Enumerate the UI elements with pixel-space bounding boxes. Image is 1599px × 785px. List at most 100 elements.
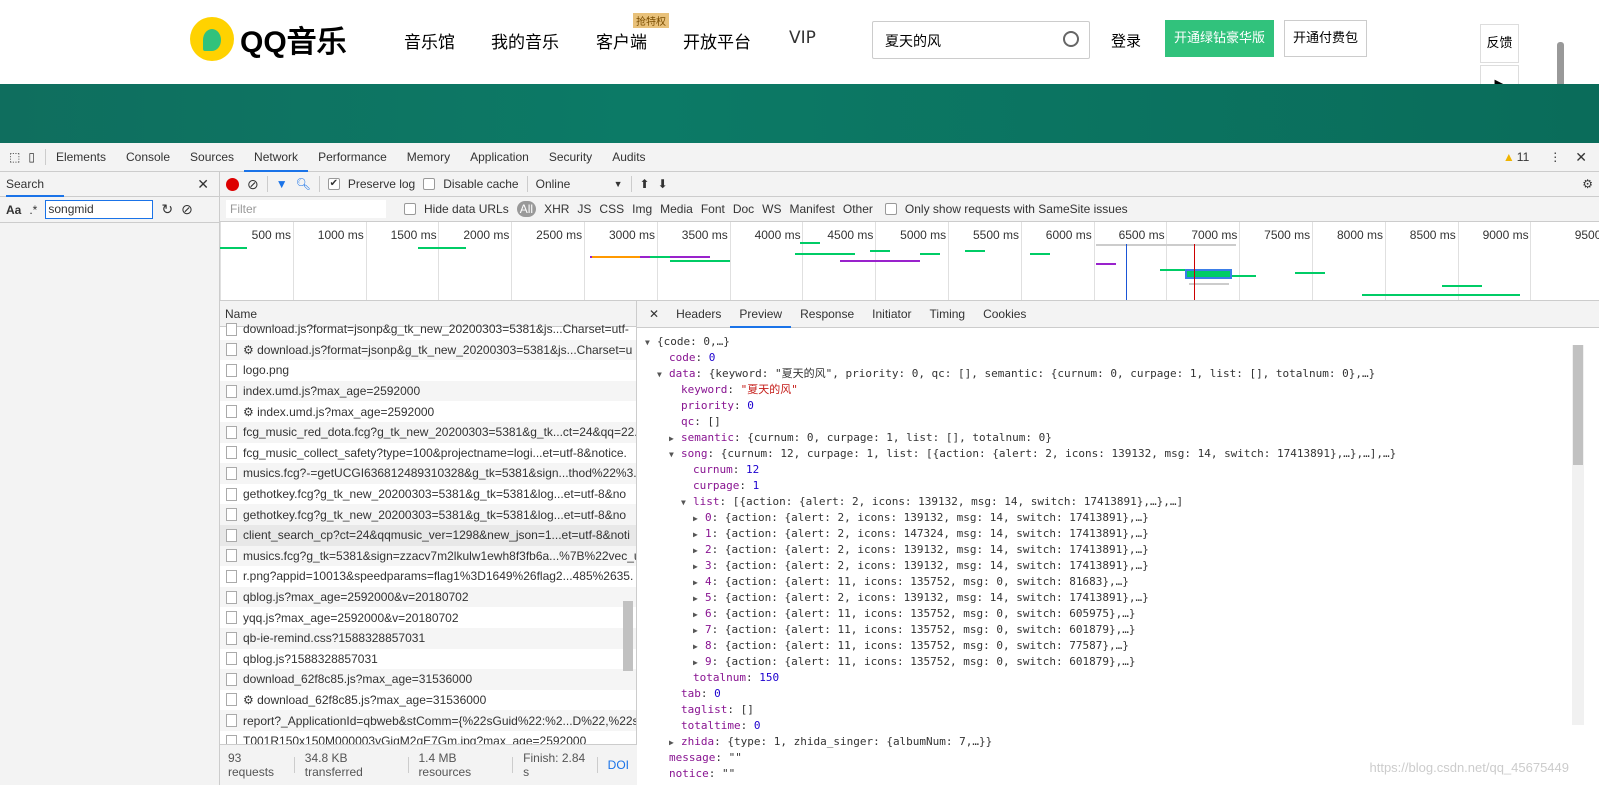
tab-elements[interactable]: Elements — [46, 143, 116, 172]
tab-console[interactable]: Console — [116, 143, 180, 172]
match-case-button[interactable]: Aa — [6, 203, 21, 217]
nav-client[interactable]: 客户端 — [596, 28, 647, 53]
filter-type-all[interactable]: All — [516, 201, 537, 217]
request-row[interactable]: download_62f8c85.js?max_age=31536000 — [220, 669, 636, 690]
json-tree-line[interactable]: ▼ data: {keyword: "夏天的风", priority: 0, qc… — [645, 366, 1396, 382]
json-tree-line[interactable]: ▶ 3: {action: {alert: 2, icons: 139132, m… — [645, 558, 1396, 574]
request-row[interactable]: gethotkey.fcg?g_tk_new_20200303=5381&g_t… — [220, 484, 636, 505]
tab-memory[interactable]: Memory — [397, 143, 460, 172]
json-tree-line[interactable]: ▶ 8: {action: {alert: 11, icons: 135752, … — [645, 638, 1396, 654]
expanded-triangle-icon[interactable]: ▼ — [645, 335, 657, 351]
request-row[interactable]: ⚙ index.umd.js?max_age=2592000 — [220, 401, 636, 422]
regex-button[interactable]: .* — [29, 203, 37, 217]
clear-icon[interactable]: ⊘ — [181, 201, 193, 218]
json-tree-line[interactable]: ▶ semantic: {curnum: 0, curpage: 1, list:… — [645, 430, 1396, 446]
filter-type-font[interactable]: Font — [701, 202, 725, 216]
export-har-icon[interactable]: ⬇ — [658, 177, 668, 191]
nav-open-platform[interactable]: 开放平台 — [683, 28, 751, 53]
collapsed-triangle-icon[interactable]: ▶ — [693, 655, 705, 671]
collapsed-triangle-icon[interactable]: ▶ — [693, 511, 705, 527]
json-tree-line[interactable]: ▶ 5: {action: {alert: 2, icons: 139132, m… — [645, 590, 1396, 606]
request-row[interactable]: musics.fcg?g_tk=5381&sign=zzacv7m2lkulw1… — [220, 545, 636, 567]
pay-package-button[interactable]: 开通付费包 — [1284, 20, 1367, 57]
more-menu-icon[interactable]: ⋮ — [1539, 150, 1571, 164]
json-tree-line[interactable]: ▶ 2: {action: {alert: 2, icons: 139132, m… — [645, 542, 1396, 558]
collapsed-triangle-icon[interactable]: ▶ — [693, 527, 705, 543]
record-icon[interactable] — [226, 177, 239, 191]
samesite-checkbox[interactable] — [884, 203, 897, 215]
close-search-icon[interactable]: ✕ — [197, 176, 213, 193]
nav-vip[interactable]: VIP — [789, 28, 816, 48]
request-row[interactable]: qblog.js?1588328857031 — [220, 649, 636, 670]
collapsed-triangle-icon[interactable]: ▶ — [693, 607, 705, 623]
filter-icon[interactable]: ▼ — [276, 177, 288, 191]
inspect-icon[interactable]: ⬚ — [0, 150, 24, 164]
expanded-triangle-icon[interactable]: ▼ — [657, 367, 669, 383]
throttling-select[interactable]: Online — [536, 177, 606, 191]
filter-type-media[interactable]: Media — [660, 202, 693, 216]
green-vip-button[interactable]: 开通绿钻豪华版 — [1165, 20, 1274, 57]
search-icon[interactable]: 🔍︎ — [296, 177, 311, 191]
request-row[interactable]: qblog.js?max_age=2592000&v=20180702 — [220, 586, 636, 608]
nav-music-hall[interactable]: 音乐馆 — [404, 28, 455, 53]
close-devtools-icon[interactable]: ✕ — [1571, 149, 1599, 166]
json-tree-line[interactable]: ▶ 7: {action: {alert: 11, icons: 135752, … — [645, 622, 1396, 638]
filter-input[interactable]: Filter — [226, 200, 386, 218]
device-toolbar-icon[interactable]: ▯ — [24, 150, 45, 164]
json-tree-line[interactable]: ▶ 4: {action: {alert: 11, icons: 135752, … — [645, 574, 1396, 590]
filter-type-doc[interactable]: Doc — [733, 202, 754, 216]
request-list-scrollbar[interactable] — [623, 601, 633, 671]
search-query-input[interactable]: songmid — [45, 200, 154, 219]
request-row[interactable]: logo.png — [220, 360, 636, 381]
collapsed-triangle-icon[interactable]: ▶ — [669, 431, 681, 447]
collapsed-triangle-icon[interactable]: ▶ — [693, 639, 705, 655]
close-details-icon[interactable]: ✕ — [637, 307, 667, 321]
request-row[interactable]: download.js?format=jsonp&g_tk_new_202003… — [220, 319, 636, 340]
tab-sources[interactable]: Sources — [180, 143, 244, 172]
json-tree-line[interactable]: ▶ 9: {action: {alert: 11, icons: 135752, … — [645, 654, 1396, 670]
preview-tab-response[interactable]: Response — [791, 301, 863, 328]
clear-log-icon[interactable]: ⊘ — [247, 176, 259, 193]
json-tree-line[interactable]: ▶ 6: {action: {alert: 11, icons: 135752, … — [645, 606, 1396, 622]
request-row[interactable]: qb-ie-remind.css?1588328857031 — [220, 627, 636, 649]
search-icon[interactable] — [1063, 31, 1079, 47]
timeline-selection[interactable] — [1185, 269, 1232, 279]
network-overview-timeline[interactable]: 500 ms 1000 ms 1500 ms 2000 ms 2500 ms 3000 m… — [220, 222, 1599, 301]
request-row[interactable]: yqq.js?max_age=2592000&v=20180702 — [220, 607, 636, 628]
qq-music-logo[interactable]: QQ音乐 — [190, 17, 347, 61]
login-link[interactable]: 登录 — [1111, 30, 1141, 51]
filter-type-js[interactable]: JS — [577, 202, 591, 216]
json-tree-line[interactable]: ▶ 1: {action: {alert: 2, icons: 147324, m… — [645, 526, 1396, 542]
json-tree-line[interactable]: ▼ list: [{action: {alert: 2, icons: 13913… — [645, 494, 1396, 510]
request-row[interactable]: fcg_music_red_dota.fcg?g_tk_new_20200303… — [220, 421, 636, 443]
warning-count[interactable]: 11 — [1515, 150, 1539, 164]
tab-network[interactable]: Network — [244, 143, 309, 172]
request-row[interactable]: gethotkey.fcg?g_tk_new_20200303=5381&g_t… — [220, 504, 636, 525]
json-tree-line[interactable]: ▼ song: {curnum: 12, curpage: 1, list: [{… — [645, 446, 1396, 462]
json-tree-line[interactable]: ▶ 0: {action: {alert: 2, icons: 139132, m… — [645, 510, 1396, 526]
collapsed-triangle-icon[interactable]: ▶ — [693, 623, 705, 639]
tab-performance[interactable]: Performance — [308, 143, 397, 172]
json-tree-line[interactable]: ▶ zhida: {type: 1, zhida_singer: {albumNu… — [645, 734, 1396, 750]
preview-scrollbar[interactable] — [1572, 345, 1584, 725]
filter-type-manifest[interactable]: Manifest — [790, 202, 835, 216]
tab-security[interactable]: Security — [539, 143, 602, 172]
preview-tab-timing[interactable]: Timing — [921, 301, 975, 328]
preserve-log-checkbox[interactable] — [327, 178, 340, 190]
request-row[interactable]: r.png?appid=10013&speedparams=flag1%3D16… — [220, 566, 636, 587]
filter-type-img[interactable]: Img — [632, 202, 652, 216]
filter-type-css[interactable]: CSS — [599, 202, 624, 216]
filter-type-ws[interactable]: WS — [762, 202, 781, 216]
refresh-icon[interactable]: ↻ — [161, 201, 173, 218]
nav-my-music[interactable]: 我的音乐 — [491, 28, 559, 53]
request-row[interactable]: client_search_cp?ct=24&qqmusic_ver=1298&… — [220, 524, 636, 546]
collapsed-triangle-icon[interactable]: ▶ — [693, 559, 705, 575]
feedback-button[interactable]: 反馈 — [1480, 24, 1519, 63]
request-row[interactable]: musics.fcg?-=getUCGI636812489310328&g_tk… — [220, 463, 636, 484]
expanded-triangle-icon[interactable]: ▼ — [669, 447, 681, 463]
json-tree-line[interactable]: ▼ {code: 0,…} — [645, 334, 1396, 350]
collapsed-triangle-icon[interactable]: ▶ — [693, 591, 705, 607]
filter-type-other[interactable]: Other — [843, 202, 873, 216]
disable-cache-checkbox[interactable] — [423, 178, 436, 190]
preview-tab-cookies[interactable]: Cookies — [974, 301, 1035, 328]
